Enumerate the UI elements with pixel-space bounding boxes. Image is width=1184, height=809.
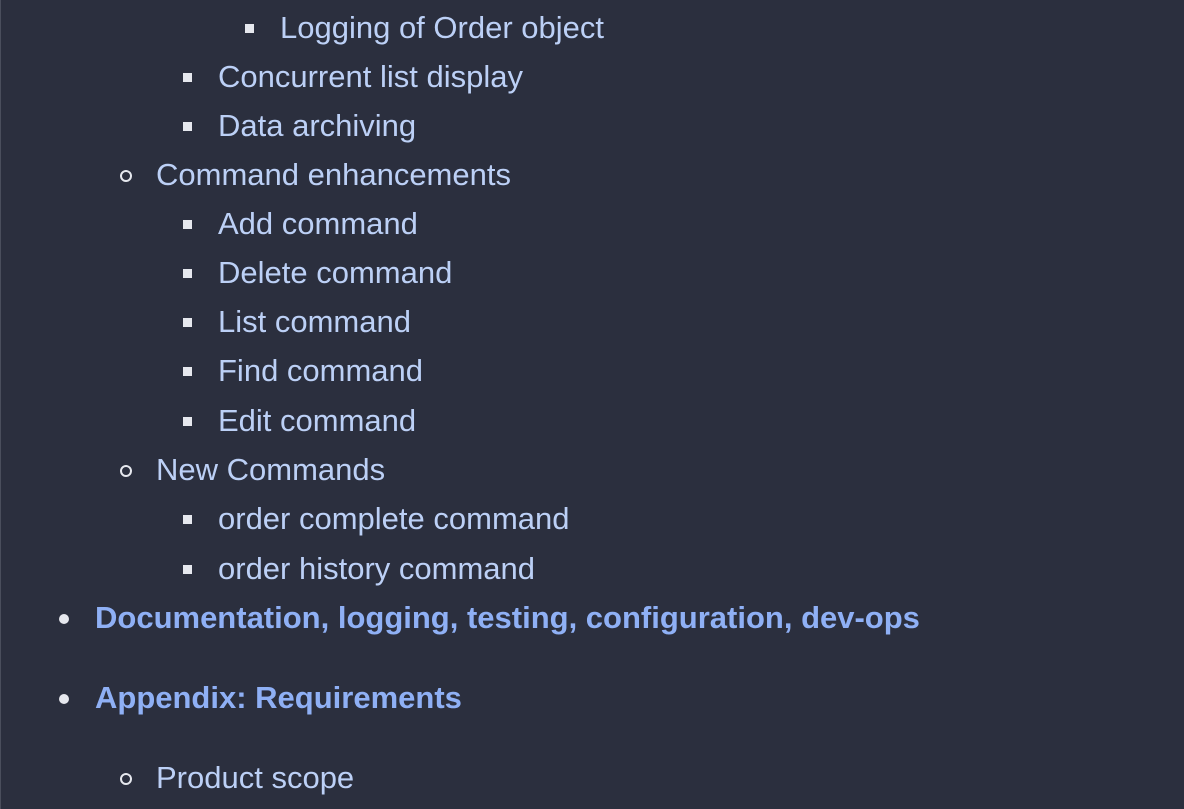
- square-bullet-icon: [245, 24, 254, 33]
- toc-link-logging-order-object[interactable]: Logging of Order object: [280, 8, 604, 48]
- square-bullet-icon: [183, 417, 192, 426]
- disc-bullet-icon: [59, 614, 69, 624]
- toc-link-find-command[interactable]: Find command: [218, 351, 423, 391]
- circle-bullet-icon: [120, 170, 132, 182]
- toc-link-add-command[interactable]: Add command: [218, 204, 418, 244]
- toc-link-product-scope[interactable]: Product scope: [156, 758, 354, 798]
- toc-link-data-archiving[interactable]: Data archiving: [218, 106, 416, 146]
- square-bullet-icon: [183, 367, 192, 376]
- square-bullet-icon: [183, 73, 192, 82]
- circle-bullet-icon: [120, 773, 132, 785]
- toc-link-delete-command[interactable]: Delete command: [218, 253, 452, 293]
- square-bullet-icon: [183, 122, 192, 131]
- square-bullet-icon: [183, 515, 192, 524]
- toc-link-appendix-requirements[interactable]: Appendix: Requirements: [95, 678, 462, 718]
- toc-link-order-complete-command[interactable]: order complete command: [218, 499, 570, 539]
- toc-link-new-commands[interactable]: New Commands: [156, 450, 385, 490]
- toc-link-list-command[interactable]: List command: [218, 302, 411, 342]
- toc-link-concurrent-list-display[interactable]: Concurrent list display: [218, 57, 523, 97]
- toc-link-command-enhancements[interactable]: Command enhancements: [156, 155, 511, 195]
- circle-bullet-icon: [120, 465, 132, 477]
- toc-panel: Logging of Order object Concurrent list …: [0, 0, 1184, 809]
- toc-link-order-history-command[interactable]: order history command: [218, 549, 535, 589]
- square-bullet-icon: [183, 565, 192, 574]
- square-bullet-icon: [183, 318, 192, 327]
- toc-link-edit-command[interactable]: Edit command: [218, 401, 416, 441]
- square-bullet-icon: [183, 269, 192, 278]
- square-bullet-icon: [183, 220, 192, 229]
- toc-link-documentation-logging-testing[interactable]: Documentation, logging, testing, configu…: [95, 598, 920, 638]
- disc-bullet-icon: [59, 694, 69, 704]
